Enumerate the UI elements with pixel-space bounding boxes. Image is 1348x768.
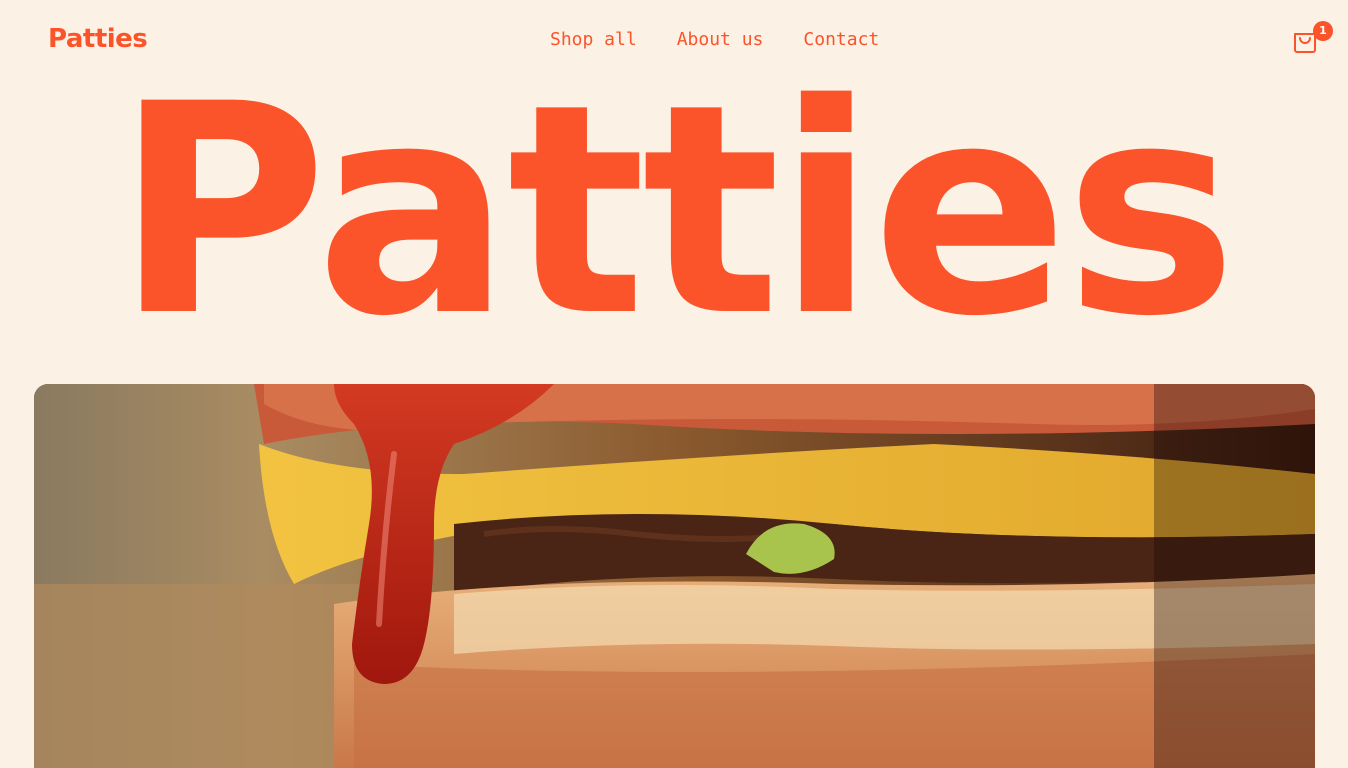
hero-title: Patties <box>114 43 1237 380</box>
cart-count-badge: 1 <box>1313 21 1333 41</box>
hero-burger-image <box>34 384 1315 768</box>
